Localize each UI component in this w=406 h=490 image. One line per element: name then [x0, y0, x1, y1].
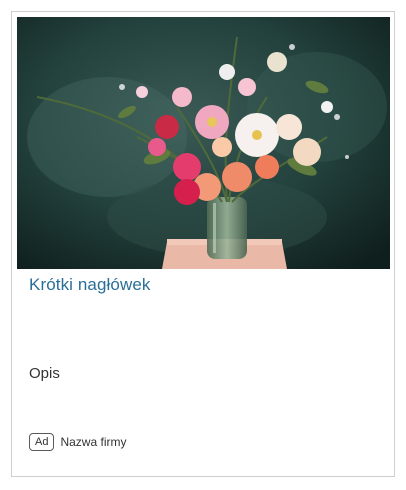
ad-badge: Ad [29, 433, 55, 451]
ad-footer: Ad Nazwa firmy [29, 433, 126, 451]
advertiser-name[interactable]: Nazwa firmy [60, 435, 126, 449]
flower-bouquet-photo [17, 17, 390, 269]
ad-description: Opis [29, 365, 60, 382]
ad-card[interactable]: Krótki nagłówek Opis Ad Nazwa firmy [11, 11, 395, 477]
ad-image[interactable] [17, 17, 390, 269]
ad-headline[interactable]: Krótki nagłówek [29, 275, 151, 295]
